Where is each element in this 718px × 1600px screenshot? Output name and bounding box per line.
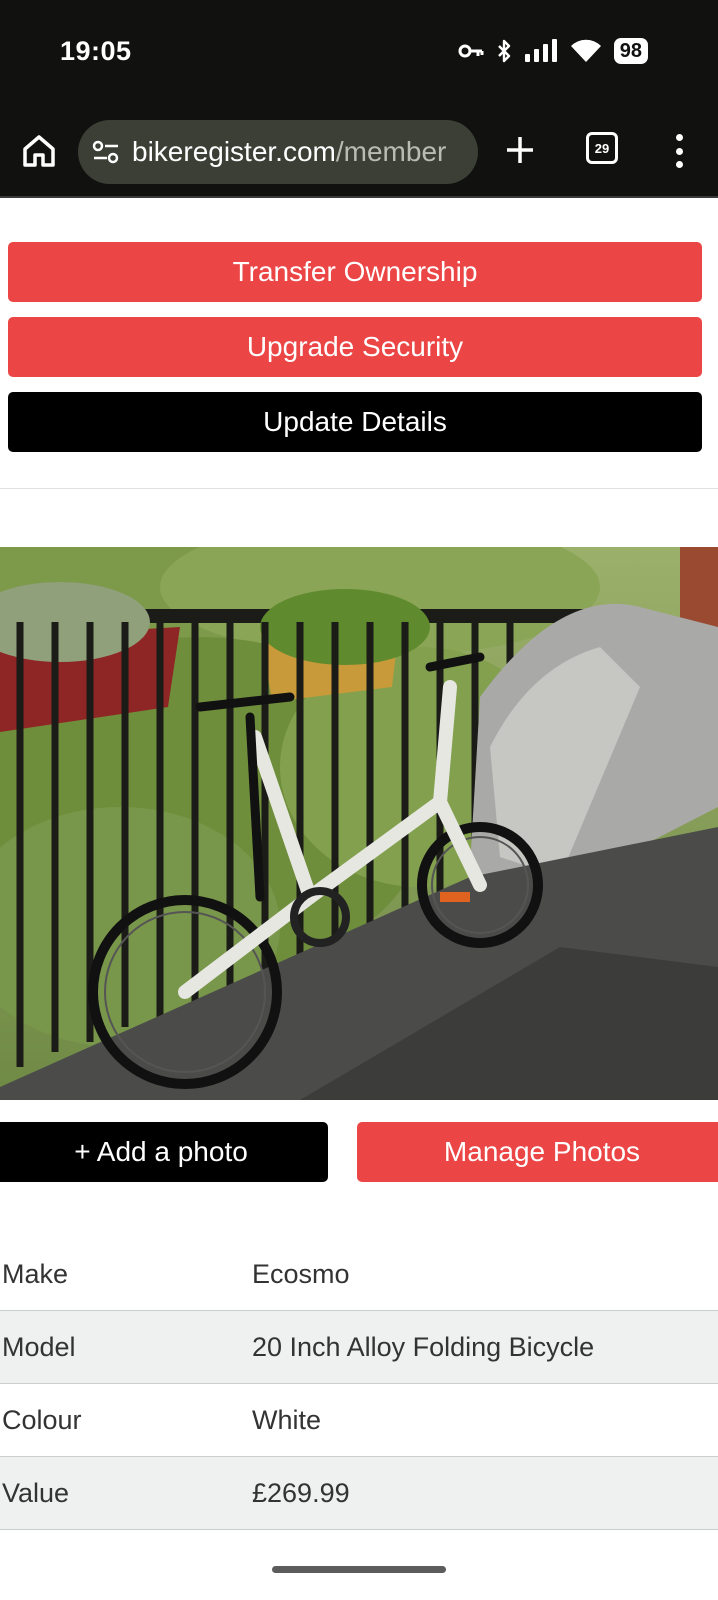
update-details-button[interactable]: Update Details xyxy=(8,392,702,452)
status-icons: 98 xyxy=(458,38,648,64)
tab-switcher-button[interactable]: 29 xyxy=(586,132,618,164)
vpn-key-icon xyxy=(458,44,484,58)
table-row: Value £269.99 xyxy=(0,1457,718,1530)
address-bar[interactable]: bikeregister.com/member xyxy=(78,120,478,184)
add-photo-button[interactable]: + Add a photo xyxy=(0,1122,328,1182)
manage-photos-button[interactable]: Manage Photos xyxy=(357,1122,718,1182)
transfer-ownership-button[interactable]: Transfer Ownership xyxy=(8,242,702,302)
status-time: 19:05 xyxy=(60,36,132,66)
detail-value: Ecosmo xyxy=(252,1258,350,1289)
detail-label: Model xyxy=(2,1331,76,1362)
url-path: /member xyxy=(335,136,447,167)
bike-details-table: Make Ecosmo Model 20 Inch Alloy Folding … xyxy=(0,1238,718,1530)
site-settings-icon[interactable] xyxy=(92,138,120,166)
table-row: Make Ecosmo xyxy=(0,1238,718,1311)
upgrade-security-button[interactable]: Upgrade Security xyxy=(8,317,702,377)
wifi-icon xyxy=(570,39,601,62)
url-host: bikeregister.com xyxy=(132,136,336,167)
table-row: Model 20 Inch Alloy Folding Bicycle xyxy=(0,1311,718,1384)
detail-value: 20 Inch Alloy Folding Bicycle xyxy=(252,1331,595,1362)
new-tab-icon[interactable] xyxy=(504,134,536,166)
detail-value: White xyxy=(252,1404,322,1435)
url-text: bikeregister.com/member xyxy=(132,136,446,168)
detail-label: Make xyxy=(2,1258,69,1289)
home-indicator[interactable] xyxy=(272,1566,446,1573)
signal-icon xyxy=(524,39,557,62)
bluetooth-icon xyxy=(497,39,510,63)
home-icon[interactable] xyxy=(20,132,58,170)
detail-label: Value xyxy=(2,1477,70,1508)
more-menu-icon[interactable] xyxy=(670,134,688,168)
status-bar: 19:05 98 xyxy=(0,0,718,110)
browser-toolbar: bikeregister.com/member 29 xyxy=(0,110,718,198)
detail-value: £269.99 xyxy=(252,1477,350,1508)
divider xyxy=(0,488,718,489)
bike-photo[interactable] xyxy=(0,547,718,1100)
table-row: Colour White xyxy=(0,1384,718,1457)
battery-icon: 98 xyxy=(613,38,648,64)
detail-label: Colour xyxy=(2,1404,82,1435)
